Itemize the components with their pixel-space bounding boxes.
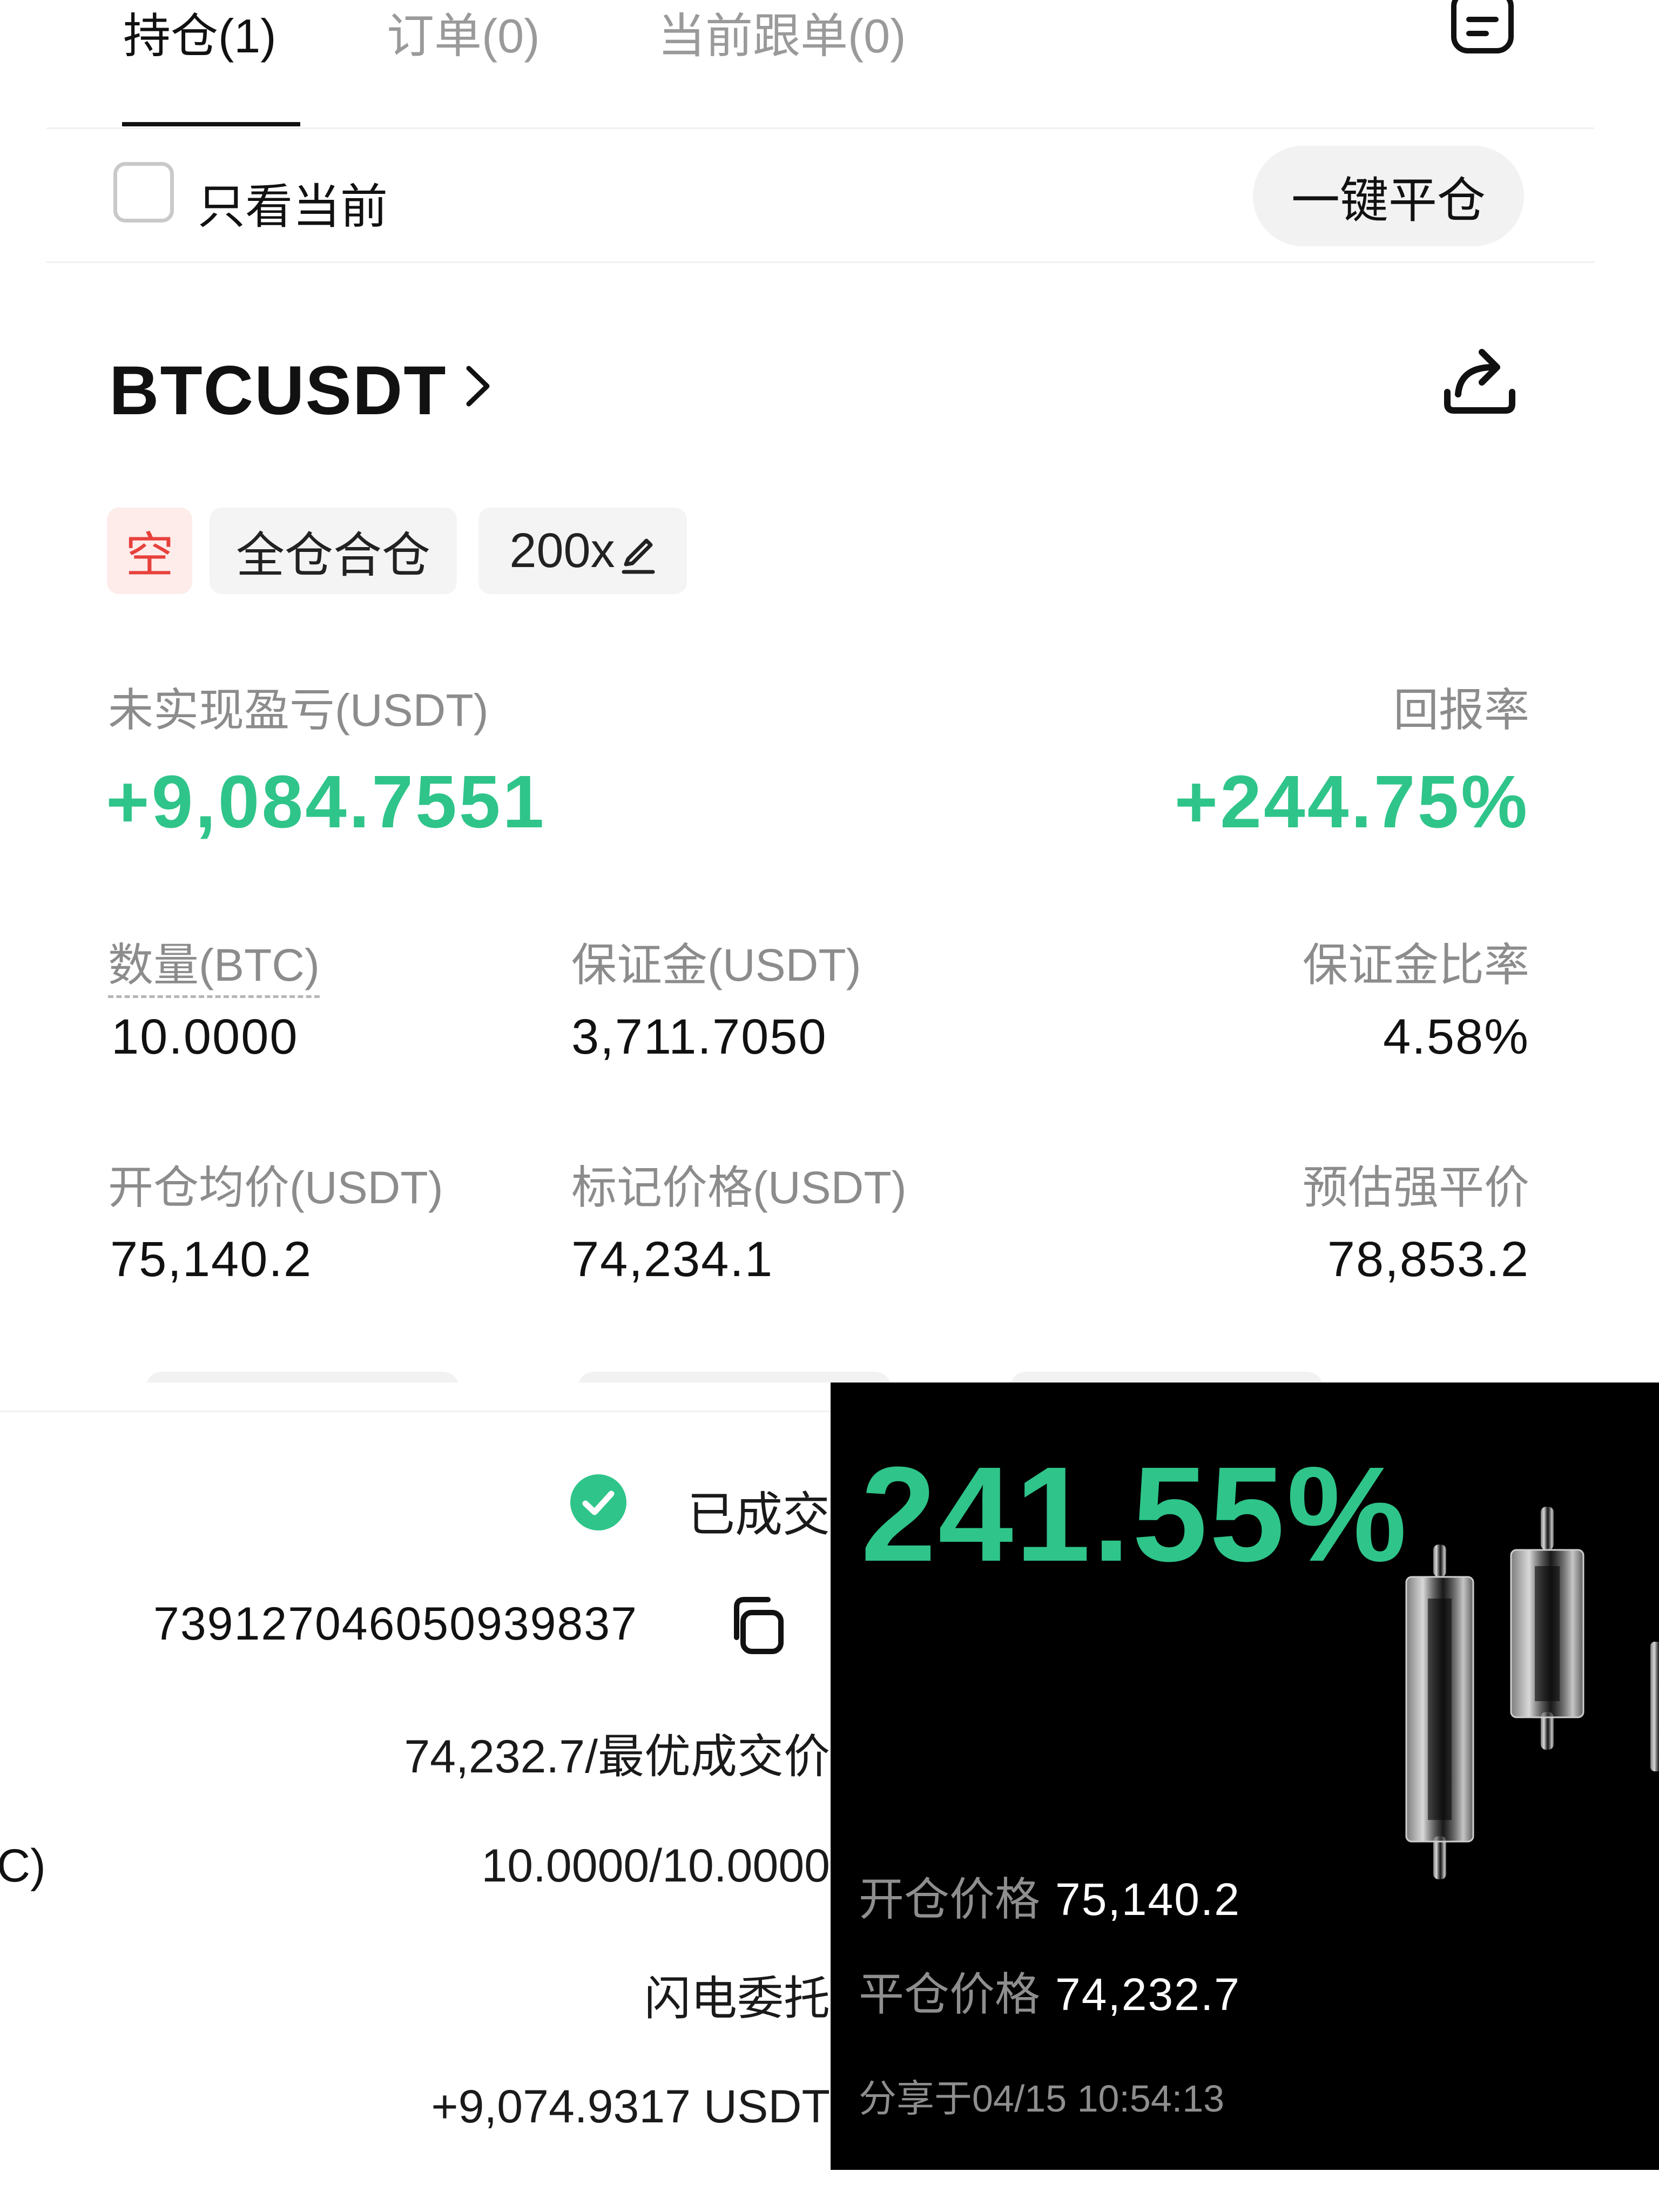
entry-price-value: 75,140.2 — [110, 1232, 313, 1287]
share-icon[interactable] — [1437, 340, 1523, 421]
active-tab-indicator — [122, 122, 300, 126]
edit-pencil-icon — [622, 538, 655, 574]
tab-orders[interactable]: 订单(0) — [387, 0, 540, 66]
roi-label: 回报率 — [1393, 685, 1529, 736]
unrealized-pnl-value: +9,084.7551 — [106, 760, 547, 844]
only-current-checkbox[interactable] — [113, 162, 174, 222]
leverage-value: 200x — [509, 523, 615, 578]
share-open-price: 开仓价格 75,140.2 — [859, 1863, 1240, 1928]
share-close-label: 平仓价格 — [859, 1969, 1041, 2020]
realized-pnl: +9,074.9317 USDT — [431, 2081, 830, 2133]
tab-copy-trading[interactable]: 当前跟单(0) — [658, 0, 906, 66]
fill-price: 74,232.7/最优成交价 — [404, 1731, 830, 1783]
margin-mode-tag[interactable]: 全仓合仓 — [210, 508, 457, 594]
bottom-margin — [831, 2170, 1659, 2212]
filled-quantity: 10.0000/10.0000 — [481, 1840, 830, 1892]
leverage-tag[interactable]: 200x — [478, 508, 687, 594]
quantity-value: 10.0000 — [111, 1009, 299, 1064]
margin-value: 3,711.7050 — [571, 1009, 827, 1064]
unrealized-pnl-label: 未实现盈亏(USDT) — [108, 685, 489, 736]
mark-price-label: 标记价格(USDT) — [571, 1162, 907, 1213]
share-close-price: 平仓价格 74,232.7 — [859, 1958, 1240, 2024]
filter-divider — [46, 261, 1594, 263]
entry-price-label: 开仓均价(USDT) — [108, 1162, 443, 1213]
share-timestamp: 分享于04/15 10:54:13 — [859, 2078, 1225, 2120]
symbol-title[interactable]: BTCUSDT — [109, 351, 447, 430]
tabs-divider — [46, 127, 1594, 129]
liquidation-price-value: 78,853.2 — [1327, 1232, 1529, 1287]
mark-price-value: 74,234.1 — [571, 1232, 774, 1287]
short-side-tag: 空 — [107, 508, 192, 594]
quantity-label[interactable]: 数量(BTC) — [108, 929, 320, 998]
share-roi: 241.55% — [861, 1439, 1409, 1589]
share-open-value: 75,140.2 — [1055, 1874, 1240, 1925]
share-open-label: 开仓价格 — [859, 1874, 1041, 1925]
margin-label: 保证金(USDT) — [571, 940, 861, 990]
tab-positions[interactable]: 持仓(1) — [123, 0, 276, 66]
liquidation-price-label: 预估强平价 — [1302, 1162, 1529, 1213]
quantity-label-partial: C) — [0, 1840, 46, 1892]
order-status: 已成交 — [687, 1488, 830, 1541]
candlestick-illustration — [1405, 1507, 1659, 1879]
panel-divider — [0, 1411, 831, 1412]
share-close-value: 74,232.7 — [1055, 1969, 1240, 2020]
check-circle-icon — [569, 1473, 628, 1532]
roi-value: +244.75% — [1174, 760, 1529, 844]
order-history-icon[interactable] — [1451, 0, 1514, 57]
order-id: 739127046050939837 — [153, 1598, 638, 1650]
chevron-right-icon[interactable] — [459, 362, 497, 410]
margin-ratio-label: 保证金比率 — [1302, 940, 1529, 990]
copy-icon[interactable] — [725, 1593, 787, 1656]
only-current-label: 只看当前 — [198, 180, 388, 233]
share-card: 241.55% 开仓价格 75,140.2 平仓价格 74,232.7 分享于04/… — [831, 1382, 1659, 2170]
close-all-button[interactable]: 一键平仓 — [1253, 146, 1524, 246]
order-type: 闪电委托 — [644, 1973, 830, 2025]
margin-ratio-value: 4.58% — [1383, 1009, 1529, 1064]
